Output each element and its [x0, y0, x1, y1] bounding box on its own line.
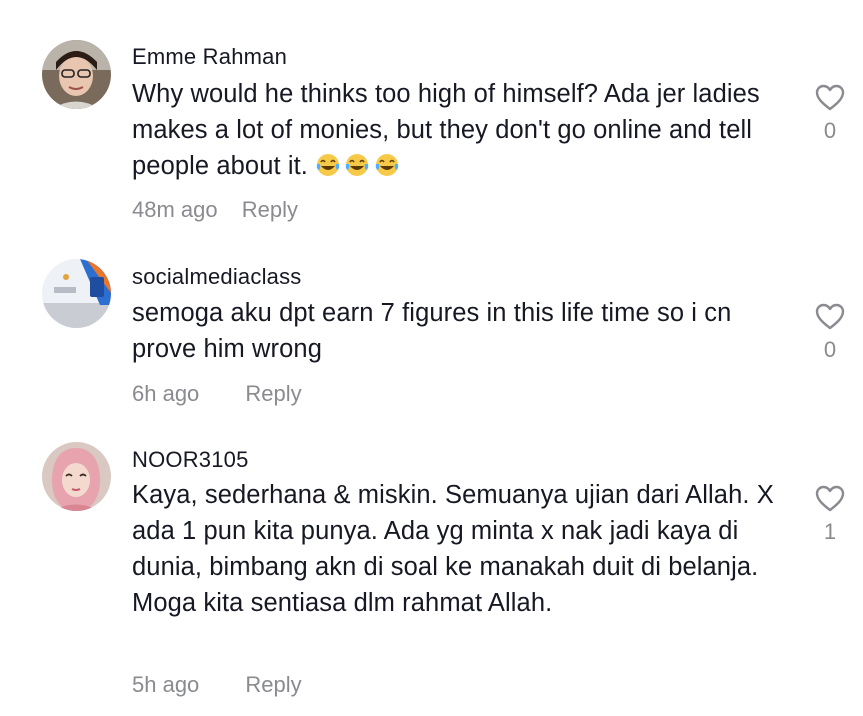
comment-item: NOOR3105 Kaya, sederhana & miskin. Semua…	[0, 0, 863, 716]
like-count: 1	[823, 519, 837, 544]
comment-text: Kaya, sederhana & miskin. Semuanya ujian…	[132, 481, 774, 617]
reply-button[interactable]: Reply	[245, 672, 301, 697]
comment-username[interactable]: NOOR3105	[132, 447, 249, 473]
avatar-photo-icon	[42, 442, 111, 511]
like-button[interactable]: 1	[810, 485, 850, 545]
comment-time: 5h ago	[132, 672, 200, 697]
comment-meta: 5h ago Reply	[132, 672, 302, 698]
user-avatar[interactable]	[42, 442, 111, 511]
heart-outline-icon	[815, 485, 845, 512]
